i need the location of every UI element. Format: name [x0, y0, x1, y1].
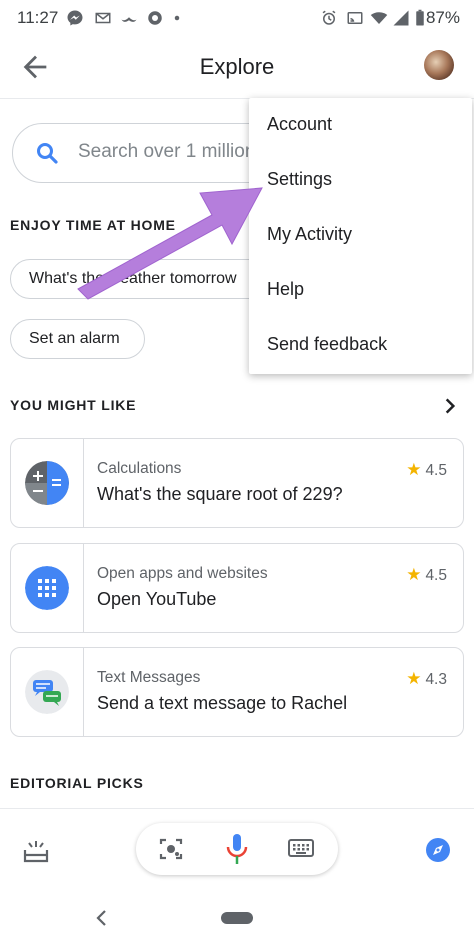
lens-icon[interactable]	[158, 836, 184, 862]
chat-bubbles-icon	[25, 670, 69, 714]
wifi-icon	[370, 12, 388, 24]
input-pill	[136, 823, 338, 875]
menu-item-label: Send feedback	[267, 334, 388, 354]
suggestion-chip[interactable]: Set an alarm	[10, 319, 145, 359]
mustache-icon	[121, 17, 137, 22]
menu-item-help[interactable]: Help	[249, 263, 472, 318]
card-category: Open apps and websites	[97, 565, 268, 582]
messenger-icon	[67, 10, 83, 26]
search-icon	[37, 143, 58, 164]
status-time: 11:27	[17, 8, 59, 27]
status-bar: 11:27 87%	[0, 0, 474, 36]
card-rating: ★ 4.5	[406, 460, 447, 480]
nav-home-pill[interactable]	[221, 912, 253, 924]
rating-value: 4.5	[425, 462, 447, 479]
menu-item-account[interactable]: Account	[249, 98, 472, 153]
rating-value: 4.3	[425, 671, 447, 688]
menu-item-send-feedback[interactable]: Send feedback	[249, 318, 472, 373]
app-bar: Explore	[0, 36, 474, 99]
menu-item-my-activity[interactable]: My Activity	[249, 208, 472, 263]
nav-back-icon[interactable]	[94, 908, 110, 928]
star-icon: ★	[406, 669, 422, 688]
snapshot-tray-icon[interactable]	[22, 837, 50, 865]
card-title: Send a text message to Rachel	[97, 693, 348, 713]
compass-icon[interactable]	[424, 836, 452, 864]
section-enjoy-heading: ENJOY TIME AT HOME	[10, 217, 176, 233]
list-item[interactable]: Calculations What's the square root of 2…	[10, 438, 464, 528]
suggestion-chip[interactable]: What's the weather tomorrow	[10, 259, 270, 299]
microphone-icon[interactable]	[223, 832, 251, 866]
bottom-bar	[0, 808, 474, 899]
alarm-icon	[322, 10, 336, 25]
page-title: Explore	[199, 54, 275, 79]
aperture-icon	[148, 11, 162, 25]
menu-item-label: Help	[267, 279, 305, 299]
menu-item-label: Settings	[267, 169, 333, 189]
cast-icon	[347, 12, 363, 24]
card-divider	[83, 648, 84, 736]
rating-value: 4.5	[425, 567, 447, 584]
card-rating: ★ 4.3	[406, 669, 447, 689]
overflow-menu: Account Settings My Activity Help Send f…	[249, 98, 472, 374]
section-you-might-like-heading: YOU MIGHT LIKE	[10, 397, 137, 413]
section-editorial-heading: EDITORIAL PICKS	[10, 775, 144, 791]
card-divider	[83, 544, 84, 632]
battery-icon	[416, 9, 424, 26]
card-category: Text Messages	[97, 669, 201, 686]
search-placeholder: Search over 1 million	[78, 141, 256, 162]
apps-grid-icon	[25, 566, 69, 610]
menu-item-label: My Activity	[267, 224, 353, 244]
menu-item-settings[interactable]: Settings	[249, 153, 472, 208]
card-divider	[83, 439, 84, 527]
notification-dot-icon	[174, 15, 180, 21]
menu-item-label: Account	[267, 114, 333, 134]
list-item[interactable]: Text Messages Send a text message to Rac…	[10, 647, 464, 737]
keyboard-icon[interactable]	[288, 838, 314, 860]
star-icon: ★	[406, 565, 422, 584]
card-category: Calculations	[97, 460, 182, 477]
system-nav-bar	[0, 898, 474, 947]
card-title: What's the square root of 229?	[97, 484, 343, 504]
calculator-icon	[25, 461, 69, 505]
card-title: Open YouTube	[97, 589, 217, 609]
card-rating: ★ 4.5	[406, 565, 447, 585]
list-item[interactable]: Open apps and websites Open YouTube ★ 4.5	[10, 543, 464, 633]
battery-percentage: 87%	[425, 8, 460, 27]
chevron-right-icon[interactable]	[440, 396, 460, 416]
signal-icon	[393, 10, 409, 26]
star-icon: ★	[406, 460, 422, 479]
avatar[interactable]	[424, 50, 454, 80]
mail-icon	[95, 12, 111, 24]
